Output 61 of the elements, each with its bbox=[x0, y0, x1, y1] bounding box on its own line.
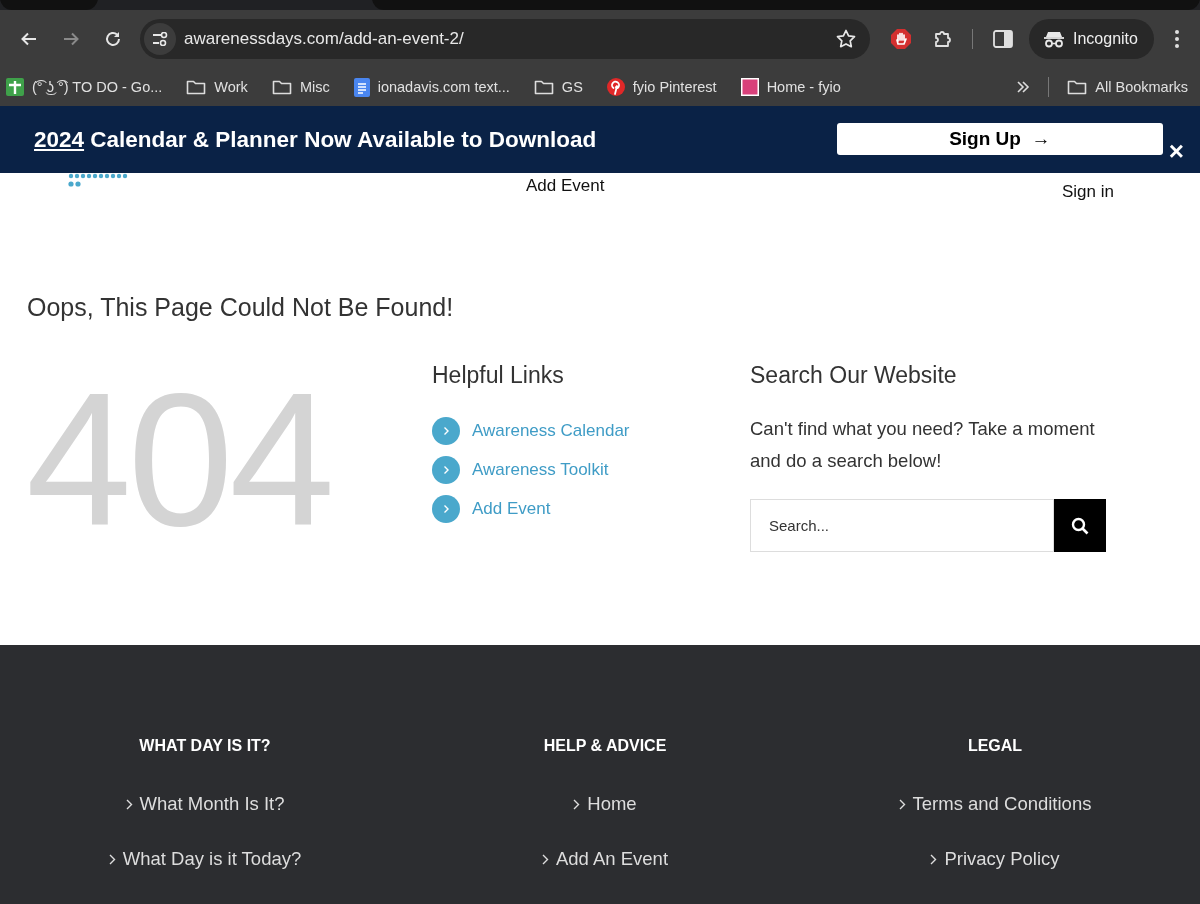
bookmark-item[interactable]: GS bbox=[533, 79, 583, 95]
chevron-icon bbox=[125, 798, 133, 810]
search-field[interactable]: Search... bbox=[750, 499, 1054, 552]
search-description: Can't find what you need? Take a moment and do a search below! bbox=[750, 417, 1096, 473]
page-title: Oops, This Page Could Not Be Found! bbox=[27, 292, 455, 323]
footer-link[interactable]: What Month Is It? bbox=[125, 793, 285, 815]
bookmark-item[interactable]: Work bbox=[186, 79, 248, 95]
reload-icon bbox=[104, 30, 122, 48]
search-icon bbox=[1071, 516, 1089, 535]
nav-link[interactable]: Add Event bbox=[526, 176, 605, 196]
url-text: awarenessdays.com/add-an-event-2/ bbox=[184, 29, 465, 49]
double-chevron-icon[interactable] bbox=[1016, 81, 1031, 93]
bookmark-star-icon[interactable] bbox=[836, 29, 856, 49]
footer-heading: HELP & ADVICE bbox=[543, 737, 667, 755]
menu-icon[interactable] bbox=[1173, 29, 1180, 49]
hand-stop-icon[interactable] bbox=[890, 28, 912, 50]
chevron-circle-icon bbox=[432, 495, 460, 523]
dots-logo-icon bbox=[68, 173, 128, 189]
sign-up-button[interactable]: Sign Up → bbox=[836, 122, 1163, 155]
puzzle-icon[interactable] bbox=[932, 28, 954, 50]
close-button[interactable]: × bbox=[1168, 137, 1184, 164]
footer-heading: WHAT DAY IS IT? bbox=[139, 737, 271, 755]
chevron-icon bbox=[573, 798, 581, 810]
footer-link[interactable]: Terms and Conditions bbox=[898, 793, 1092, 815]
footer-heading: LEGAL bbox=[967, 737, 1023, 755]
chevron-icon bbox=[108, 853, 116, 865]
footer-link[interactable]: Add An Event bbox=[541, 848, 669, 870]
footer-link[interactable]: Privacy Policy bbox=[930, 848, 1060, 870]
plus-sheet-icon bbox=[6, 78, 24, 96]
chevron-circle-icon bbox=[432, 456, 460, 484]
bookmark-item[interactable]: Home - fyio bbox=[740, 78, 841, 96]
search-button[interactable] bbox=[1054, 499, 1106, 552]
incognito-icon bbox=[1043, 30, 1065, 48]
chevron-circle-icon bbox=[432, 417, 460, 445]
bookmark-item[interactable]: fyio Pinterest bbox=[606, 78, 717, 96]
incognito-button[interactable]: Incognito bbox=[1029, 19, 1154, 59]
footer-link[interactable]: What Day is it Today? bbox=[108, 848, 302, 870]
folder-icon bbox=[1067, 79, 1088, 95]
bookmark-item[interactable]: Misc bbox=[271, 79, 330, 95]
bookmark-item[interactable]: All Bookmarks bbox=[1067, 79, 1188, 95]
forward-arrow-icon bbox=[62, 30, 80, 48]
bookmark-item[interactable]: (͡° ͜ʖ ͡°) TO DO - Go... bbox=[6, 78, 163, 96]
chevron-icon bbox=[898, 798, 906, 810]
section-heading: Search Our Website bbox=[750, 362, 958, 389]
chevron-icon bbox=[930, 853, 938, 865]
folder-icon bbox=[533, 79, 554, 95]
bookmark-item[interactable]: ionadavis.com text... bbox=[353, 77, 510, 97]
pin-logo-icon bbox=[606, 78, 625, 96]
banner-text: 2024 Calendar & Planner Now Available to Download bbox=[34, 126, 598, 153]
document-icon bbox=[353, 77, 370, 97]
site-settings-icon[interactable] bbox=[144, 23, 176, 55]
square-logo-icon bbox=[740, 78, 759, 96]
folder-icon bbox=[186, 79, 207, 95]
sign-in-link[interactable]: Sign in bbox=[1062, 182, 1114, 202]
footer-link[interactable]: Home bbox=[573, 793, 637, 815]
chevron-icon bbox=[541, 853, 549, 865]
back-arrow-icon bbox=[20, 30, 38, 48]
folder-icon bbox=[271, 79, 292, 95]
section-heading: Helpful Links bbox=[432, 362, 565, 389]
address-bar[interactable]: awarenessdays.com/add-an-event-2/ bbox=[140, 19, 870, 59]
side-panel-icon[interactable] bbox=[993, 30, 1013, 48]
